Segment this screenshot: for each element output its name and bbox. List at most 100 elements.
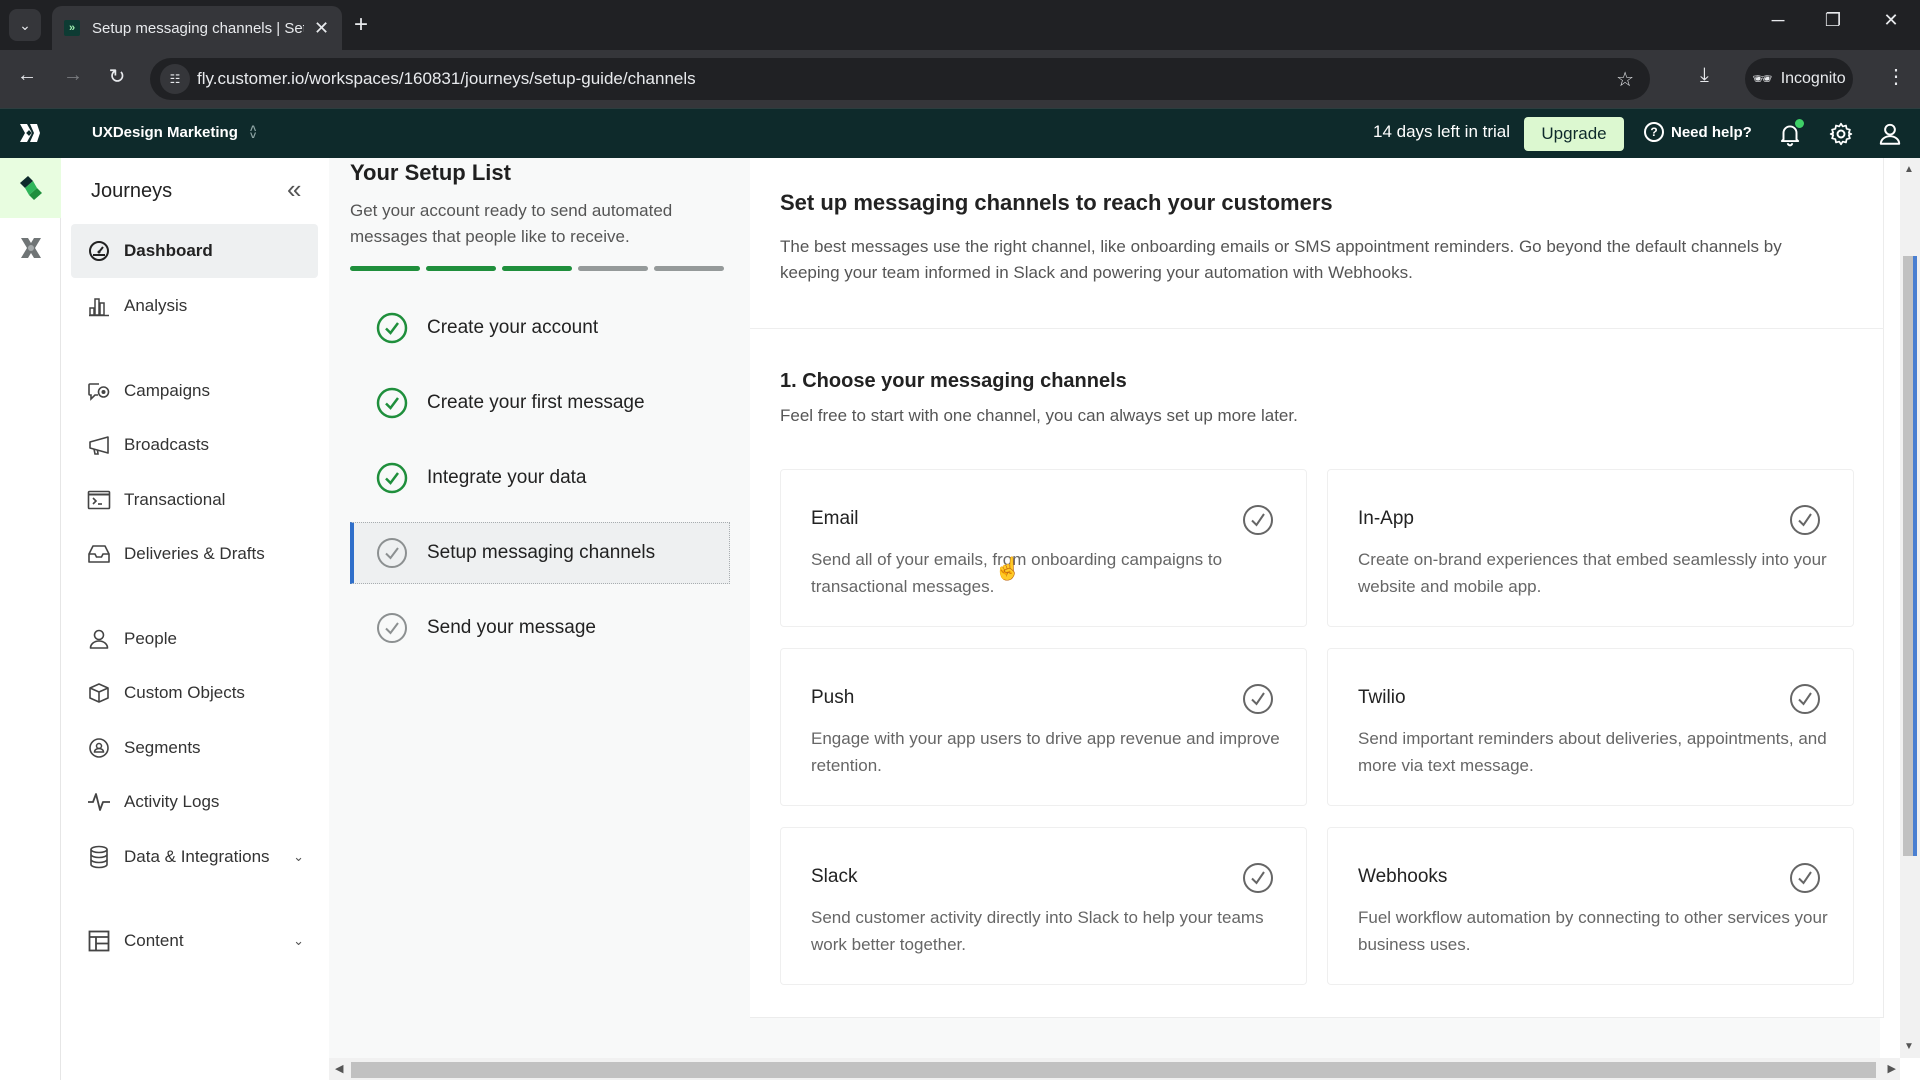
- channel-name: Push: [811, 687, 855, 708]
- channel-card-email[interactable]: Email Send all of your emails, from onbo…: [780, 469, 1307, 627]
- channel-card-slack[interactable]: Slack Send customer activity directly in…: [780, 827, 1307, 985]
- customerio-logo-icon[interactable]: [18, 121, 42, 145]
- page-description: The best messages use the right channel,…: [780, 237, 1782, 282]
- browser-tab-bar: ⌄ » Setup messaging channels | Set ✕ + ─…: [0, 0, 1920, 50]
- sidebar-item-label: Broadcasts: [124, 435, 210, 454]
- sidebar-item-label: People: [124, 629, 177, 648]
- step-label: Send your message: [427, 617, 596, 638]
- sidebar-item-broadcasts[interactable]: Broadcasts: [71, 418, 318, 472]
- incognito-icon: 🕶: [1752, 71, 1773, 88]
- section-title: 1. Choose your messaging channels: [780, 370, 1127, 392]
- sidebar-item-dashboard[interactable]: Dashboard: [71, 224, 318, 278]
- vertical-scrollbar[interactable]: ▲ ▼: [1900, 158, 1920, 1058]
- chevron-updown-icon: ˄ ˅: [249, 122, 257, 142]
- close-tab-icon[interactable]: ✕: [314, 18, 329, 39]
- minimize-icon[interactable]: ─: [1763, 10, 1793, 31]
- address-bar[interactable]: ☷ fly.customer.io/workspaces/160831/jour…: [150, 58, 1650, 100]
- step-label: Integrate your data: [427, 467, 587, 488]
- horizontal-scroll-thumb[interactable]: [351, 1062, 1876, 1078]
- sidebar-item-label: Data & Integrations: [124, 847, 270, 866]
- journeys-icon: [19, 176, 42, 200]
- sidebar-item-custom-objects[interactable]: Custom Objects: [71, 666, 318, 720]
- channel-name: Slack: [811, 866, 858, 887]
- sidebar-item-data-integrations[interactable]: Data & Integrations ⌄: [71, 830, 318, 884]
- inbox-icon: [87, 542, 111, 566]
- workspace-switcher[interactable]: UXDesign Marketing ˄ ˅: [92, 122, 257, 142]
- download-icon[interactable]: ⤓: [1700, 64, 1709, 87]
- terminal-icon: [87, 488, 111, 512]
- gear-icon[interactable]: [1828, 121, 1854, 147]
- progress-segment: [502, 266, 572, 271]
- vertical-scroll-thumb[interactable]: [1903, 256, 1917, 856]
- channel-description: Create on-brand experiences that embed s…: [1358, 550, 1827, 596]
- need-help-button[interactable]: ? Need help?: [1644, 122, 1752, 142]
- user-profile-icon[interactable]: [1877, 121, 1903, 147]
- bookmark-star-icon[interactable]: ☆: [1616, 67, 1634, 92]
- incognito-badge[interactable]: 🕶 Incognito: [1745, 58, 1853, 100]
- sidebar: Journeys « Dashboard Analysis Campaigns …: [61, 158, 329, 1080]
- channel-card-twilio[interactable]: Twilio Send important reminders about de…: [1327, 648, 1854, 806]
- sidebar-item-people[interactable]: People: [71, 612, 318, 666]
- scroll-left-arrow-icon[interactable]: ◀: [335, 1062, 343, 1075]
- forward-arrow-icon[interactable]: →: [58, 64, 88, 87]
- step-label: Setup messaging channels: [427, 542, 656, 563]
- megaphone-icon: [87, 433, 111, 457]
- channel-card-push[interactable]: Push Engage with your app users to drive…: [780, 648, 1307, 806]
- sidebar-item-activity-logs[interactable]: Activity Logs: [71, 775, 318, 829]
- check-circle-icon: [377, 538, 407, 568]
- scroll-up-arrow-icon[interactable]: ▲: [1904, 164, 1914, 175]
- check-circle-icon: [376, 462, 408, 494]
- scroll-down-arrow-icon[interactable]: ▼: [1904, 1041, 1914, 1052]
- rail-data-pipelines[interactable]: [0, 218, 61, 278]
- pipelines-icon: [20, 238, 41, 258]
- segments-icon: [87, 736, 111, 760]
- check-circle-icon[interactable]: [1789, 504, 1821, 536]
- incognito-label: Incognito: [1780, 70, 1846, 87]
- scroll-right-arrow-icon[interactable]: ▶: [1888, 1062, 1896, 1075]
- check-circle-icon[interactable]: [1242, 683, 1274, 715]
- back-arrow-icon[interactable]: ←: [12, 64, 42, 87]
- sidebar-item-label: Dashboard: [124, 241, 213, 260]
- cube-icon: [87, 681, 111, 705]
- upgrade-button[interactable]: Upgrade: [1524, 117, 1624, 151]
- browser-menu-icon[interactable]: ⋮: [1886, 64, 1906, 89]
- new-tab-button[interactable]: +: [354, 12, 368, 38]
- sidebar-item-content[interactable]: Content ⌄: [71, 914, 318, 968]
- collapse-sidebar-icon[interactable]: «: [287, 174, 301, 205]
- setup-step-first-message[interactable]: Create your first message: [350, 372, 730, 434]
- setup-step-messaging-channels[interactable]: Setup messaging channels: [350, 522, 730, 584]
- sidebar-item-label: Analysis: [124, 296, 188, 315]
- sidebar-item-label: Activity Logs: [124, 792, 220, 811]
- check-circle-icon[interactable]: [1789, 683, 1821, 715]
- check-circle-icon[interactable]: [1789, 862, 1821, 894]
- reload-icon[interactable]: ↻: [102, 64, 132, 89]
- sidebar-item-deliveries-drafts[interactable]: Deliveries & Drafts: [71, 527, 318, 581]
- site-info-icon[interactable]: ☷: [160, 64, 190, 94]
- sidebar-item-segments[interactable]: Segments: [71, 721, 318, 775]
- setup-step-send-message[interactable]: Send your message: [350, 597, 730, 659]
- sidebar-item-label: Deliveries & Drafts: [124, 544, 265, 563]
- sidebar-item-analysis[interactable]: Analysis: [71, 279, 318, 333]
- need-help-label: Need help?: [1671, 123, 1752, 141]
- close-window-icon[interactable]: ✕: [1876, 10, 1906, 31]
- sidebar-item-campaigns[interactable]: Campaigns: [71, 364, 318, 418]
- channel-card-webhooks[interactable]: Webhooks Fuel workflow automation by con…: [1327, 827, 1854, 985]
- rail-journeys[interactable]: [0, 158, 61, 218]
- chevron-down-icon[interactable]: ⌄: [293, 933, 304, 949]
- pulse-icon: [87, 790, 111, 814]
- channel-description: Send customer activity directly into Sla…: [811, 908, 1264, 954]
- url-text[interactable]: fly.customer.io/workspaces/160831/journe…: [197, 69, 696, 89]
- horizontal-scrollbar[interactable]: ◀ ▶: [329, 1058, 1900, 1080]
- setup-step-create-account[interactable]: Create your account: [350, 297, 730, 359]
- channel-description: Engage with your app users to drive app …: [811, 729, 1280, 775]
- setup-step-integrate-data[interactable]: Integrate your data: [350, 447, 730, 509]
- chevron-down-icon[interactable]: ⌄: [293, 849, 304, 865]
- sidebar-item-transactional[interactable]: Transactional: [71, 473, 318, 527]
- check-circle-icon[interactable]: [1242, 862, 1274, 894]
- browser-tab[interactable]: » Setup messaging channels | Set ✕: [52, 6, 342, 50]
- restore-icon[interactable]: ❐: [1818, 10, 1848, 31]
- channel-card-in-app[interactable]: In-App Create on-brand experiences that …: [1327, 469, 1854, 627]
- check-circle-icon[interactable]: [1242, 504, 1274, 536]
- channel-name: Email: [811, 508, 859, 529]
- tab-search-button[interactable]: ⌄: [9, 9, 41, 41]
